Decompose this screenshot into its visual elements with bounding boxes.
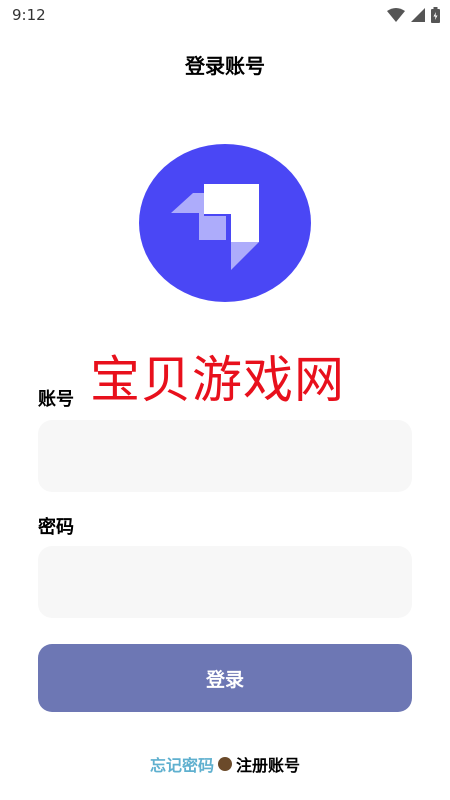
watermark-text: 宝贝游戏网 (90, 351, 345, 409)
battery-icon (431, 7, 440, 23)
account-label: 账号 (38, 389, 74, 410)
register-link[interactable]: 注册账号 (236, 752, 300, 776)
footer-links: 忘记密码 注册账号 (0, 752, 450, 776)
status-icons (387, 7, 440, 23)
password-label: 密码 (38, 517, 74, 538)
status-time: 9:12 (12, 6, 46, 24)
separator-dot (218, 757, 232, 771)
forgot-password-link[interactable]: 忘记密码 (150, 752, 214, 776)
app-logo-icon (139, 144, 311, 302)
password-input[interactable] (38, 546, 412, 618)
status-bar: 9:12 (0, 0, 450, 30)
wifi-icon (387, 8, 405, 22)
login-button[interactable]: 登录 (38, 644, 412, 712)
signal-icon (411, 8, 425, 22)
account-input[interactable] (38, 420, 412, 492)
login-screen: 9:12 登录账号 宝贝游戏网 账号 密码 登录 忘记密码 注册账号 (0, 0, 450, 800)
page-title: 登录账号 (185, 54, 265, 78)
